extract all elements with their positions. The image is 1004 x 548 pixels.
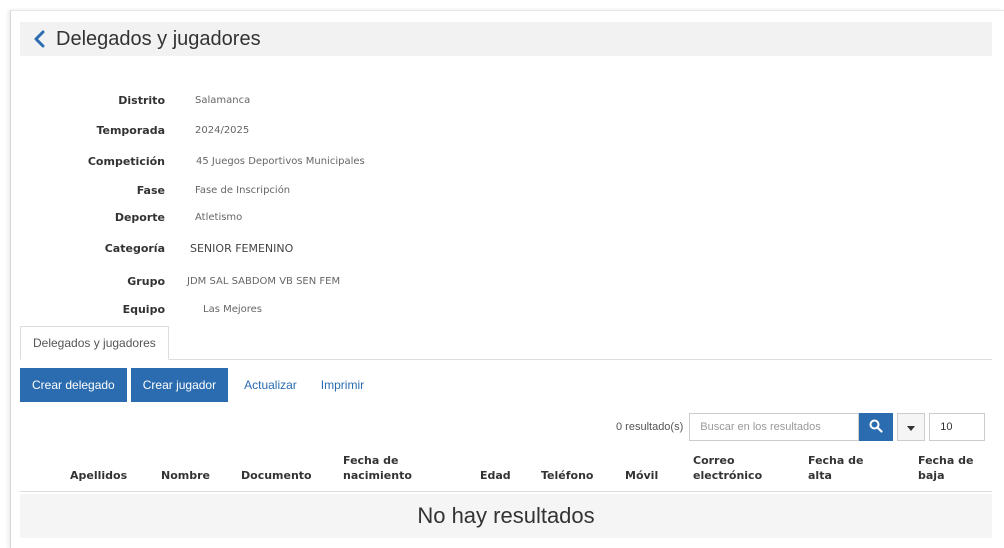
- table-header: Apellidos Nombre Documento Fecha de nacim…: [20, 448, 992, 492]
- field-label: Temporada: [96, 123, 165, 137]
- field-label: Grupo: [127, 274, 165, 288]
- field-label: Categoría: [104, 241, 165, 255]
- field-value: 45 Juegos Deportivos Municipales: [196, 155, 365, 167]
- column-header-telefono[interactable]: Teléfono: [541, 453, 593, 483]
- field-value: JDM SAL SABDOM VB SEN FEM: [187, 275, 341, 287]
- field-label: Deporte: [114, 210, 165, 224]
- empty-results-message: No hay resultados: [20, 494, 992, 538]
- create-player-button[interactable]: Crear jugador: [130, 368, 229, 402]
- field-label: Competición: [87, 154, 165, 168]
- page-header: Delegados y jugadores: [20, 22, 992, 56]
- search-input[interactable]: [689, 413, 860, 441]
- chevron-left-icon[interactable]: [28, 28, 50, 50]
- search-button[interactable]: [859, 413, 894, 441]
- print-link[interactable]: Imprimir: [309, 368, 376, 402]
- column-header-fecha-alta[interactable]: Fecha de alta: [808, 453, 863, 483]
- column-header-correo[interactable]: Correo electrónico: [693, 453, 762, 483]
- field-value: Las Mejores: [203, 303, 263, 315]
- field-label: Equipo: [122, 302, 165, 316]
- caret-down-icon: [907, 420, 916, 435]
- field-value: 2024/2025: [195, 124, 250, 136]
- field-value: Salamanca: [195, 94, 251, 106]
- create-delegate-button[interactable]: Crear delegado: [20, 368, 127, 402]
- toolbar: Crear delegado Crear jugador Actualizar …: [20, 368, 376, 402]
- refresh-link[interactable]: Actualizar: [232, 368, 309, 402]
- field-value: Fase de Inscripción: [195, 184, 291, 196]
- search-options-dropdown[interactable]: [897, 413, 926, 441]
- field-label: Distrito: [118, 93, 165, 107]
- column-header-fecha-baja[interactable]: Fecha de baja: [918, 453, 973, 483]
- field-value: SENIOR FEMENINO: [190, 241, 294, 255]
- field-label: Fase: [136, 183, 165, 197]
- column-header-fecha-nacimiento[interactable]: Fecha de nacimiento: [343, 453, 412, 483]
- column-header-edad[interactable]: Edad: [480, 453, 511, 483]
- search-bar: 0 resultado(s) 10: [616, 413, 986, 441]
- page-size-select[interactable]: 10: [929, 413, 986, 441]
- tab-bar: Delegados y jugadores: [20, 326, 992, 360]
- column-header-documento[interactable]: Documento: [241, 453, 312, 483]
- column-header-nombre[interactable]: Nombre: [161, 453, 210, 483]
- search-icon: [869, 419, 883, 436]
- field-value: Atletismo: [195, 211, 243, 223]
- tab-delegates-players[interactable]: Delegados y jugadores: [20, 326, 169, 360]
- page-title: Delegados y jugadores: [56, 27, 261, 50]
- result-count: 0 resultado(s): [616, 421, 684, 433]
- column-header-movil[interactable]: Móvil: [625, 453, 658, 483]
- column-header-apellidos[interactable]: Apellidos: [70, 453, 127, 483]
